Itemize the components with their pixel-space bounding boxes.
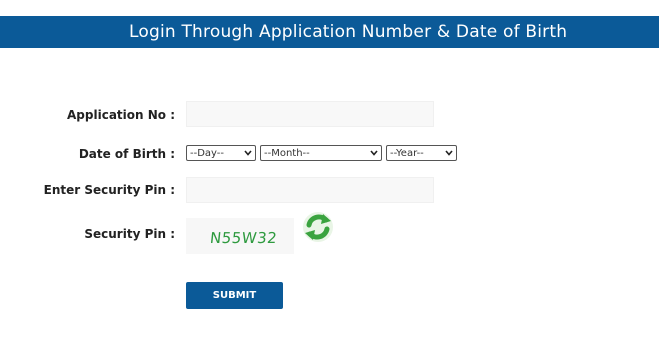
page-header: Login Through Application Number & Date …: [0, 16, 659, 48]
chevron-down-icon: [243, 147, 253, 159]
security-pin-label: Security Pin :: [84, 227, 175, 241]
day-select[interactable]: --Day--: [186, 145, 256, 161]
application-no-input[interactable]: [186, 101, 434, 127]
month-select[interactable]: --Month--: [260, 145, 382, 161]
page-title: Login Through Application Number & Date …: [129, 22, 568, 42]
chevron-down-icon: [369, 147, 379, 159]
application-no-label: Application No :: [67, 108, 175, 122]
month-select-value: --Month--: [264, 147, 310, 159]
year-select[interactable]: --Year--: [386, 145, 457, 161]
enter-security-pin-label: Enter Security Pin :: [43, 183, 175, 197]
submit-button[interactable]: SUBMIT: [186, 282, 283, 309]
captcha-code: N55W32: [209, 229, 279, 247]
year-select-value: --Year--: [390, 147, 424, 159]
chevron-down-icon: [444, 147, 454, 159]
date-of-birth-label: Date of Birth :: [78, 147, 175, 161]
day-select-value: --Day--: [190, 147, 225, 159]
security-pin-input[interactable]: [186, 177, 434, 203]
refresh-icon[interactable]: [301, 210, 335, 244]
captcha-image: N55W32: [186, 218, 294, 254]
